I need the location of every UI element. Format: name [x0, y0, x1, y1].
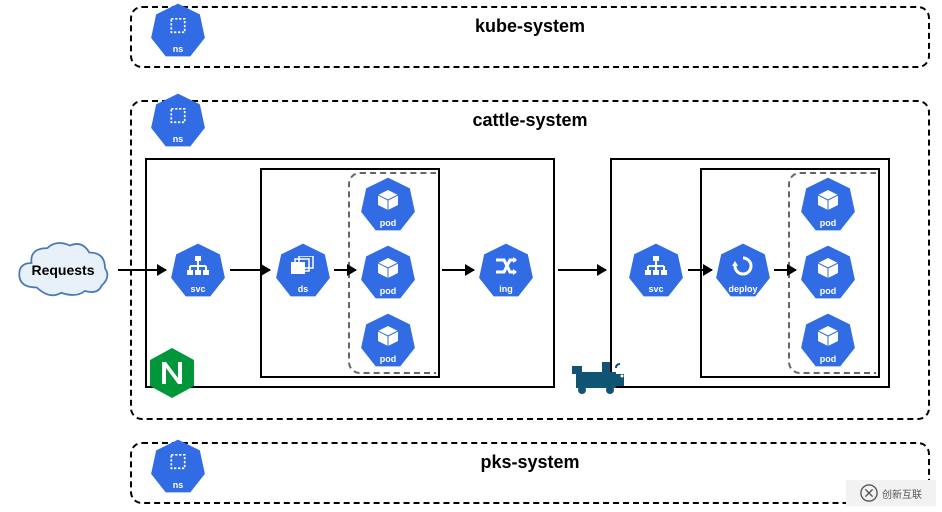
pod-icon — [816, 190, 840, 210]
arrow — [558, 269, 606, 271]
pod-node: pod — [360, 312, 416, 368]
pod-node: pod — [360, 244, 416, 300]
ns-icon-label: ns — [173, 480, 184, 490]
daemonset-node: ds — [275, 242, 331, 298]
node-label: pod — [380, 286, 397, 296]
node-label: ing — [499, 284, 513, 294]
ns-icon-kube: ns — [150, 2, 206, 58]
deploy-icon — [731, 256, 755, 276]
node-label: pod — [820, 286, 837, 296]
node-label: ds — [298, 284, 309, 294]
namespace-title: pks-system — [480, 452, 579, 473]
svc-icon — [644, 256, 668, 276]
pod-node: pod — [800, 176, 856, 232]
requests-cloud: Requests — [8, 235, 118, 305]
rancher-logo-icon — [572, 358, 626, 394]
arrow — [334, 269, 356, 271]
ns-icon-cattle: ns — [150, 92, 206, 148]
ns-icon-pks: ns — [150, 438, 206, 494]
node-label: svc — [190, 284, 205, 294]
pod-node: pod — [360, 176, 416, 232]
ds-icon — [291, 256, 315, 276]
svc-node-2: svc — [628, 242, 684, 298]
namespace-title: kube-system — [475, 16, 585, 37]
deployment-node: deploy — [715, 242, 771, 298]
arrow — [230, 269, 270, 271]
arrow — [774, 269, 796, 271]
watermark-badge: 创新互联 — [846, 480, 936, 506]
svc-node-1: svc — [170, 242, 226, 298]
requests-label: Requests — [31, 262, 94, 278]
namespace-pks-system: pks-system — [130, 442, 930, 504]
node-label: deploy — [728, 284, 757, 294]
arrow — [118, 269, 166, 271]
arrow — [442, 269, 474, 271]
node-label: svc — [648, 284, 663, 294]
nginx-logo-icon — [150, 348, 194, 398]
svc-icon — [186, 256, 210, 276]
node-label: pod — [380, 218, 397, 228]
pod-icon — [376, 190, 400, 210]
node-label: pod — [380, 354, 397, 364]
namespace-title: cattle-system — [472, 110, 587, 131]
pod-icon — [816, 258, 840, 278]
pod-icon — [816, 326, 840, 346]
ns-icon-label: ns — [173, 44, 184, 54]
ing-icon — [494, 256, 518, 276]
arrow — [688, 269, 712, 271]
namespace-kube-system: kube-system — [130, 6, 930, 68]
node-label: pod — [820, 218, 837, 228]
ns-icon-label: ns — [173, 134, 184, 144]
pod-node: pod — [800, 244, 856, 300]
node-label: pod — [820, 354, 837, 364]
pod-icon — [376, 258, 400, 278]
ingress-node: ing — [478, 242, 534, 298]
pod-node: pod — [800, 312, 856, 368]
pod-icon — [376, 326, 400, 346]
watermark-text: 创新互联 — [882, 486, 922, 501]
